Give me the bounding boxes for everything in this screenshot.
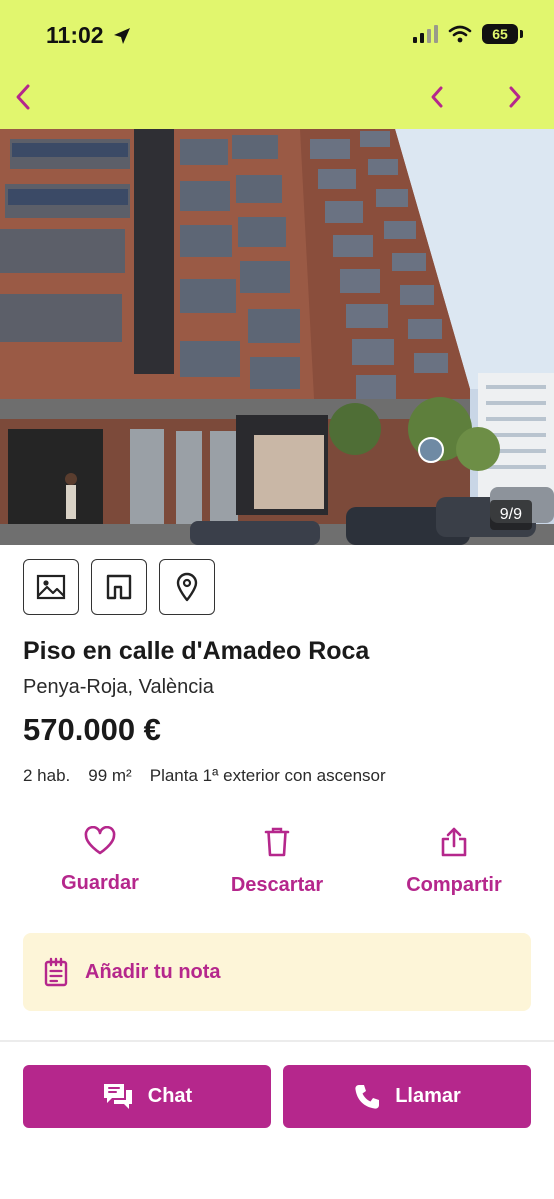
call-label: Llamar bbox=[395, 1085, 461, 1107]
building-photo bbox=[0, 129, 554, 545]
feature-area: 99 m² bbox=[88, 766, 132, 785]
floor-plan-icon bbox=[106, 574, 132, 600]
chat-icon bbox=[103, 1083, 132, 1109]
call-button[interactable]: Llamar bbox=[283, 1065, 531, 1128]
image-icon bbox=[36, 574, 66, 600]
phone-icon bbox=[355, 1084, 380, 1109]
share-button[interactable]: Compartir bbox=[398, 826, 510, 897]
map-tab[interactable] bbox=[159, 559, 215, 615]
chevron-left-icon bbox=[16, 84, 30, 110]
photo-counter: 9/9 bbox=[489, 500, 532, 530]
share-label: Compartir bbox=[406, 874, 502, 896]
add-note-label: Añadir tu nota bbox=[85, 960, 221, 983]
floor-plan-tab[interactable] bbox=[91, 559, 147, 615]
chat-button[interactable]: Chat bbox=[23, 1065, 271, 1128]
view-tabs bbox=[23, 559, 215, 615]
status-icons: 65 bbox=[413, 24, 523, 44]
share-icon bbox=[441, 827, 467, 857]
location-arrow-icon bbox=[112, 26, 132, 51]
heart-icon bbox=[84, 826, 116, 855]
save-label: Guardar bbox=[61, 872, 139, 894]
listing-price: 570.000 € bbox=[23, 712, 161, 747]
chevron-right-icon bbox=[509, 86, 521, 108]
divider bbox=[0, 1040, 554, 1042]
notepad-icon bbox=[44, 957, 68, 987]
wifi-icon bbox=[448, 25, 472, 43]
property-photo[interactable] bbox=[0, 129, 554, 545]
back-button[interactable] bbox=[8, 80, 38, 114]
discard-label: Descartar bbox=[230, 874, 324, 896]
photos-tab[interactable] bbox=[23, 559, 79, 615]
chat-label: Chat bbox=[147, 1085, 193, 1107]
trash-icon bbox=[264, 827, 290, 857]
listing-title: Piso en calle d'Amadeo Roca bbox=[23, 637, 370, 665]
listing-features: 2 hab. 99 m² Planta 1ª exterior con asce… bbox=[23, 766, 386, 786]
chevron-left-icon bbox=[431, 86, 443, 108]
next-listing-button[interactable] bbox=[502, 80, 528, 114]
discard-button[interactable]: Descartar bbox=[220, 826, 334, 897]
previous-listing-button[interactable] bbox=[424, 80, 450, 114]
feature-floor: Planta 1ª exterior con ascensor bbox=[149, 766, 386, 785]
save-button[interactable]: Guardar bbox=[48, 826, 152, 895]
status-time: 11:02 bbox=[46, 22, 104, 48]
feature-rooms: 2 hab. bbox=[23, 766, 71, 785]
listing-location: Penya-Roja, València bbox=[23, 676, 214, 698]
top-bar: 11:02 65 bbox=[0, 0, 554, 129]
map-pin-icon bbox=[176, 572, 198, 602]
battery-icon: 65 bbox=[482, 24, 523, 44]
add-note-button[interactable]: Añadir tu nota bbox=[23, 933, 531, 1011]
signal-icon bbox=[413, 25, 438, 43]
